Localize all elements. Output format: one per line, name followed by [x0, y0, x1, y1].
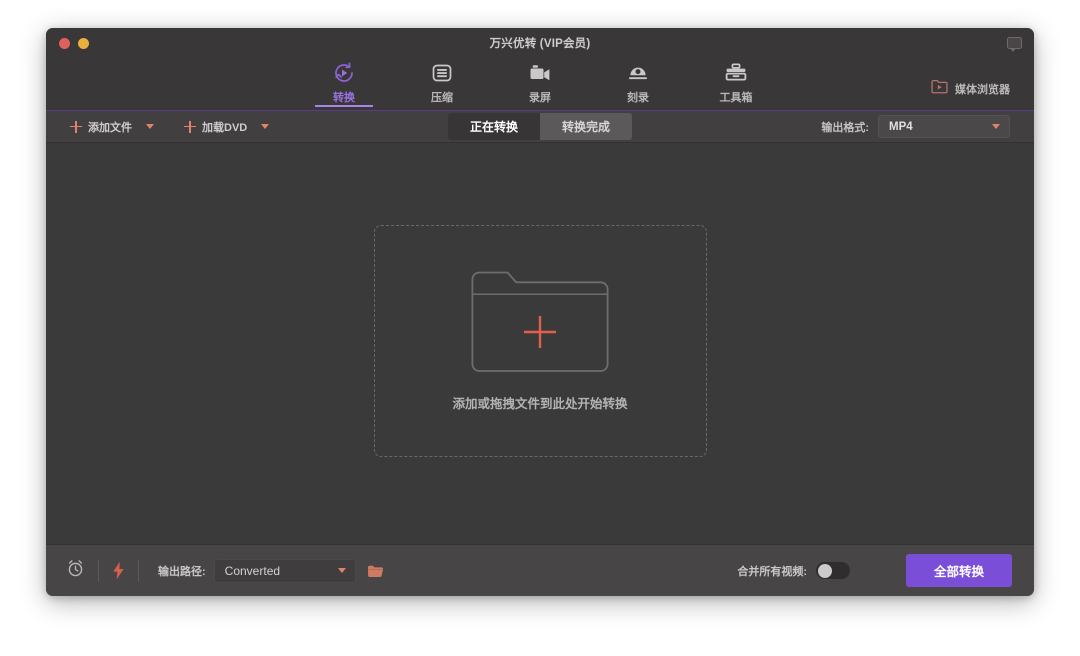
compress-lines-icon — [429, 60, 455, 85]
divider — [138, 559, 139, 582]
conversion-status-segmented-control: 正在转换 转换完成 — [447, 113, 633, 140]
folder-open-icon[interactable] — [367, 564, 384, 578]
media-browser-button[interactable]: 媒体浏览器 — [931, 79, 1010, 99]
action-toolbar: 添加文件 加载DVD 正在转换 转换完成 输出格式: MP4 — [46, 111, 1034, 143]
bottom-action-bar: 输出路径: Converted 合并所有视频: 全部转换 — [46, 544, 1034, 596]
tab-burn[interactable]: 刻录 — [607, 60, 669, 105]
window-title: 万兴优转 (VIP会员) — [489, 37, 591, 50]
application-window: 万兴优转 (VIP会员) 转换 压缩 录屏 刻录 工具箱 媒体浏览器 添加文件 … — [46, 28, 1034, 596]
toggle-knob — [817, 563, 832, 578]
folder-play-icon — [931, 79, 948, 99]
output-path-label: 输出路径: — [158, 565, 206, 578]
add-file-button[interactable]: 添加文件 — [70, 111, 132, 142]
merge-videos-toggle[interactable] — [816, 562, 850, 579]
divider — [98, 559, 99, 582]
plus-icon — [184, 120, 196, 133]
tab-convert[interactable]: 转换 — [313, 60, 375, 107]
main-content-area: 添加或拖拽文件到此处开始转换 — [46, 143, 1034, 544]
alarm-clock-icon[interactable] — [66, 559, 85, 583]
load-dvd-button[interactable]: 加载DVD — [184, 111, 247, 142]
dropzone-instruction-text: 添加或拖拽文件到此处开始转换 — [452, 397, 628, 411]
add-file-label: 添加文件 — [88, 121, 132, 134]
chevron-down-icon — [337, 568, 346, 573]
plus-icon — [70, 120, 82, 133]
output-path-select[interactable]: Converted — [213, 558, 356, 583]
output-format-label: 输出格式: — [821, 121, 869, 134]
merge-videos-group: 合并所有视频: — [737, 562, 850, 579]
active-tab-indicator — [315, 105, 373, 107]
output-format-value: MP4 — [889, 120, 913, 133]
minimize-window-button[interactable] — [78, 38, 89, 49]
output-format-select[interactable]: MP4 — [878, 115, 1010, 138]
close-window-button[interactable] — [59, 38, 70, 49]
window-controls — [59, 38, 89, 49]
add-file-dropdown-chevron-down-icon[interactable] — [146, 124, 154, 129]
tab-screen-record[interactable]: 录屏 — [509, 60, 571, 105]
output-format-group: 输出格式: MP4 — [821, 115, 1010, 138]
load-dvd-label: 加载DVD — [202, 121, 248, 134]
tab-compress[interactable]: 压缩 — [411, 60, 473, 105]
tab-compress-label: 压缩 — [431, 92, 453, 104]
segment-completed[interactable]: 转换完成 — [540, 113, 633, 140]
tab-screen-record-label: 录屏 — [529, 92, 551, 104]
convert-all-button[interactable]: 全部转换 — [906, 554, 1012, 587]
toolbox-icon — [723, 60, 749, 85]
main-navigation: 转换 压缩 录屏 刻录 工具箱 媒体浏览器 — [46, 57, 1034, 111]
media-browser-label: 媒体浏览器 — [955, 84, 1010, 96]
nav-tab-list: 转换 压缩 录屏 刻录 工具箱 — [313, 57, 767, 107]
tab-toolbox[interactable]: 工具箱 — [705, 60, 767, 105]
merge-videos-label: 合并所有视频: — [737, 565, 807, 578]
tab-toolbox-label: 工具箱 — [719, 92, 753, 104]
feedback-bubble-icon[interactable] — [1007, 37, 1022, 52]
lightning-bolt-icon[interactable] — [112, 561, 125, 580]
title-bar: 万兴优转 (VIP会员) — [46, 28, 1034, 57]
output-path-value: Converted — [224, 563, 281, 578]
burn-disc-icon — [625, 60, 651, 85]
load-dvd-dropdown-chevron-down-icon[interactable] — [261, 124, 270, 129]
tab-burn-label: 刻录 — [627, 92, 649, 104]
chevron-down-icon — [992, 124, 1000, 129]
convert-circular-arrow-icon — [331, 60, 357, 85]
segment-converting[interactable]: 正在转换 — [447, 113, 540, 140]
folder-outline-icon — [470, 269, 610, 377]
screen-record-camera-icon — [527, 60, 553, 85]
tab-convert-label: 转换 — [333, 92, 355, 104]
file-dropzone[interactable]: 添加或拖拽文件到此处开始转换 — [373, 224, 707, 457]
